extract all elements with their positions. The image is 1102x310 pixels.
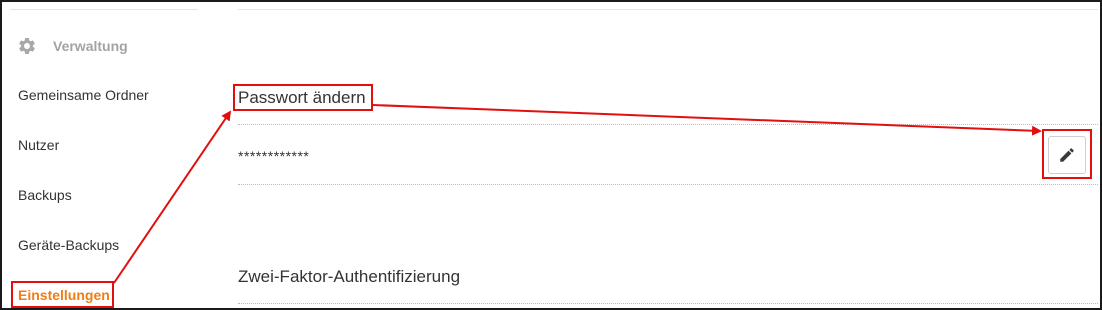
content-divider [238, 9, 1098, 10]
annotation-arrows [113, 104, 1042, 284]
section-header-label: Verwaltung [53, 38, 128, 54]
sidebar-item-gemeinsame-ordner[interactable]: Gemeinsame Ordner [18, 87, 149, 103]
sidebar-item-backups[interactable]: Backups [18, 187, 72, 203]
gear-icon [16, 35, 38, 57]
annotation-box-einstellungen [11, 281, 114, 308]
password-section-divider-bottom [238, 184, 1098, 185]
sidebar-item-nutzer[interactable]: Nutzer [18, 137, 59, 153]
arrow-to-password-title [113, 110, 232, 284]
sidebar-divider [10, 9, 198, 10]
password-masked-value: ************ [238, 148, 310, 164]
annotation-box-edit-button [1042, 129, 1092, 179]
sidebar-section-header: Verwaltung [16, 35, 128, 57]
two-factor-section-title: Zwei-Faktor-Authentifizierung [238, 267, 461, 286]
password-section-divider-top [238, 124, 1098, 125]
sidebar-item-geraete-backups[interactable]: Geräte-Backups [18, 237, 119, 253]
arrow-to-edit-button [372, 104, 1042, 136]
app-window: Verwaltung Gemeinsame Ordner Nutzer Back… [0, 0, 1102, 310]
annotation-box-password-title [233, 84, 373, 111]
two-factor-section-divider [238, 303, 1098, 304]
